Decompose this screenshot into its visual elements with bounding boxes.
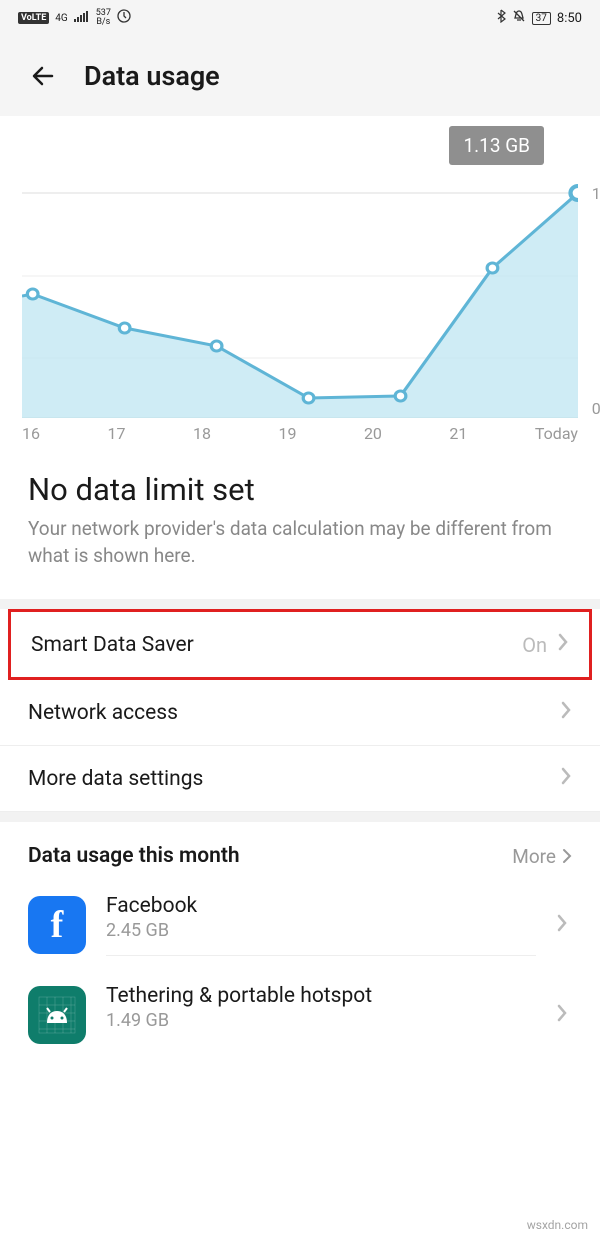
chevron-right-icon	[560, 766, 572, 791]
data-speed: 537 B/s	[96, 9, 111, 27]
limit-title: No data limit set	[28, 471, 572, 508]
y-tick-min: 0.0	[592, 399, 600, 418]
x-tick: 19	[278, 424, 296, 443]
app-usage: 2.45 GB	[106, 920, 536, 941]
chevron-right-icon	[557, 632, 569, 657]
y-tick-max: 1.1	[592, 184, 600, 203]
item-label: Network access	[28, 701, 178, 725]
page-title: Data usage	[84, 60, 220, 92]
bluetooth-icon	[496, 9, 506, 27]
section-title: Data usage this month	[28, 844, 240, 868]
back-button[interactable]	[28, 60, 60, 92]
app-usage: 1.49 GB	[106, 1010, 536, 1031]
android-icon	[28, 986, 86, 1044]
chevron-right-icon	[556, 913, 572, 937]
battery-indicator: 37	[532, 12, 551, 25]
chevron-right-icon	[556, 1003, 572, 1027]
x-tick: 20	[364, 424, 382, 443]
smart-data-saver-item[interactable]: Smart Data Saver On	[8, 609, 592, 680]
watermark: wsxdn.com	[527, 1218, 588, 1232]
page-header: Data usage	[0, 36, 600, 116]
item-label: More data settings	[28, 767, 203, 791]
volte-indicator: VoLTE	[18, 12, 49, 24]
network-type: 4G	[55, 13, 67, 24]
total-usage-badge: 1.13 GB	[449, 126, 544, 165]
more-link[interactable]: More	[512, 845, 572, 868]
x-tick: Today	[535, 424, 578, 443]
month-usage-header: Data usage this month More	[0, 822, 600, 880]
app-usage-tethering[interactable]: Tethering & portable hotspot 1.49 GB	[0, 970, 600, 1059]
data-limit-section: No data limit set Your network provider'…	[0, 451, 600, 599]
more-data-settings-item[interactable]: More data settings	[0, 746, 600, 812]
x-tick: 18	[193, 424, 211, 443]
app-name: Facebook	[106, 894, 536, 918]
facebook-icon: f	[28, 896, 86, 954]
status-bar: VoLTE 4G 537 B/s 37 8:50	[0, 0, 600, 36]
usage-chart: 1.13 GB 1.1 0.0 16 17 18 19 20 21	[0, 116, 600, 451]
network-access-item[interactable]: Network access	[0, 680, 600, 746]
x-tick: 17	[107, 424, 125, 443]
app-name: Tethering & portable hotspot	[106, 984, 536, 1008]
x-tick: 16	[22, 424, 40, 443]
app-usage-facebook[interactable]: f Facebook 2.45 GB	[0, 880, 600, 970]
dnd-icon	[512, 9, 526, 27]
item-label: Smart Data Saver	[31, 633, 194, 657]
limit-subtitle: Your network provider's data calculation…	[28, 516, 572, 569]
status-time: 8:50	[557, 11, 582, 26]
sync-icon	[117, 9, 131, 27]
item-value: On	[522, 633, 547, 657]
x-tick: 21	[449, 424, 467, 443]
chevron-right-icon	[560, 700, 572, 725]
signal-icon	[74, 10, 90, 26]
